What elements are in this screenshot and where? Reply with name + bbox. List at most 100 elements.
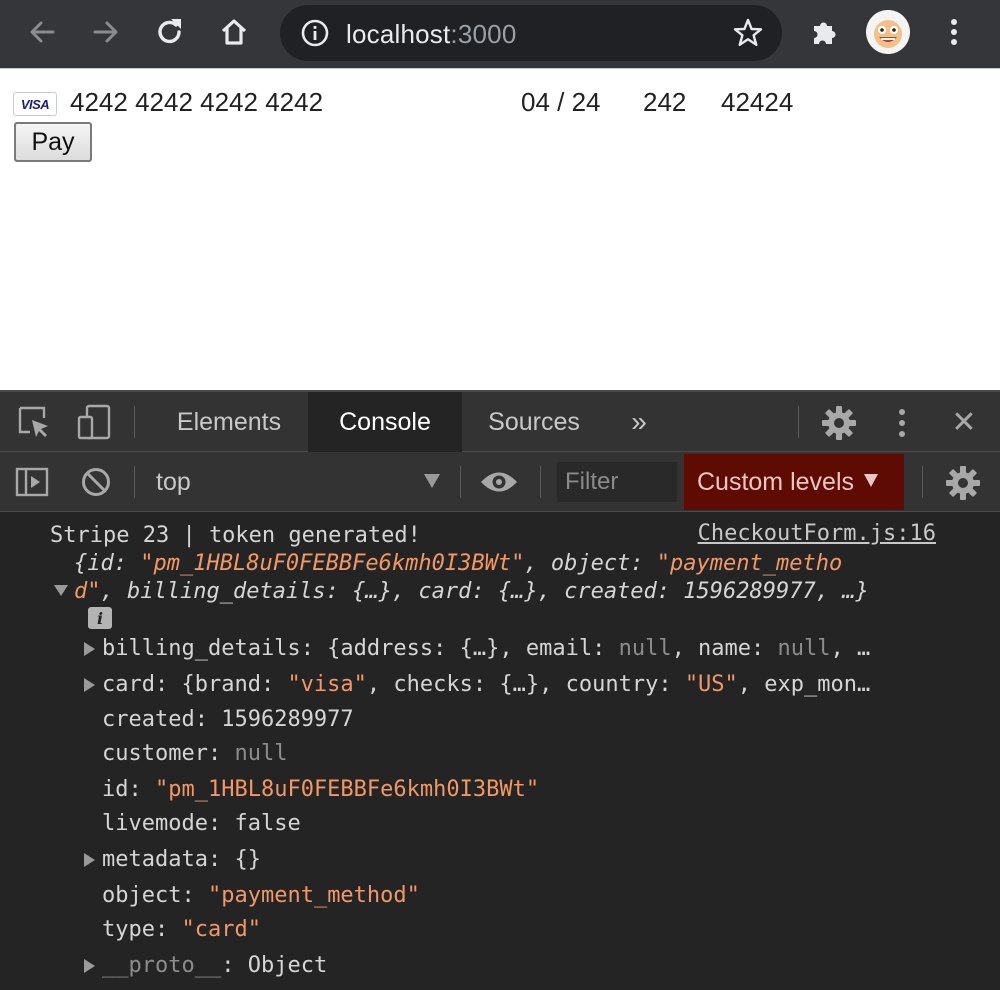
object-summary-line1[interactable]: {id: "pm_1HBL8uF0FEBBFe6kmh0I3BWt", obje… [74,549,842,579]
summary-id-value: "pm_1HBL8uF0FEBBFe6kmh0I3BWt" [140,551,525,576]
toolbar-divider [460,466,461,498]
tab-console[interactable]: Console [308,392,462,452]
tab-elements[interactable]: Elements [152,392,306,452]
console-message: Stripe 23 | token generated! [50,523,421,548]
prop-livemode: livemode: false [102,811,301,836]
prop-string-value: "payment_method" [207,883,420,908]
prop-value-text: , … [830,636,871,661]
prop-null-value: null [234,741,288,766]
context-selector[interactable]: top [146,452,442,512]
prop-bool-value: false [234,811,301,836]
prop-key: billing_details [102,636,301,661]
toolbar-divider [134,466,135,498]
toolbar-divider [922,466,923,498]
address-bar[interactable]: localhost:3000 [280,5,782,61]
prop-value-text: : {address: {…}, email: [300,636,619,661]
back-arrow-icon[interactable] [22,12,62,52]
prop-string-value: "visa" [287,672,367,697]
postal-code-input[interactable]: 42424 [721,87,793,118]
settings-gear-icon[interactable] [820,404,858,442]
more-tabs-icon[interactable]: » [614,392,664,452]
prop-null-value: null [618,636,672,661]
prop-value-text: , exp_mon… [737,672,871,697]
source-link[interactable]: CheckoutForm.js:16 [698,521,936,546]
kebab-menu-icon[interactable] [934,12,974,52]
info-badge-icon[interactable]: i [88,607,112,629]
reload-icon[interactable] [150,12,190,52]
browser-toolbar: localhost:3000 [0,0,1000,68]
url-port: :3000 [450,19,517,49]
expand-triangle-icon[interactable] [84,642,95,656]
device-toolbar-icon[interactable] [74,402,114,442]
prop-object: object: "payment_method" [102,883,420,908]
prop-key: metadata [102,847,208,872]
prop-customer: customer: null [102,741,288,766]
prop-value-text: Object [247,953,328,978]
collapse-triangle-icon[interactable] [54,585,68,596]
prop-value-text: , name: [671,636,778,661]
prop-key: customer [102,741,208,766]
puzzle-extension-icon[interactable] [806,12,846,52]
devtools-panel: Elements Console Sources » ✕ top Filter … [0,390,1000,990]
inspect-element-icon[interactable] [16,404,52,440]
prop-proto[interactable]: __proto__: Object [102,951,327,981]
home-icon[interactable] [214,12,254,52]
url-host: localhost [346,19,451,49]
expand-triangle-icon[interactable] [84,678,95,692]
dropdown-arrow-icon [424,474,440,488]
expand-triangle-icon[interactable] [84,853,95,867]
profile-avatar[interactable] [866,10,910,54]
summary-object-value-part2: d" [74,579,101,604]
prop-number-value: 1596289977 [221,707,354,732]
prop-id: id: "pm_1HBL8uF0FEBBFe6kmh0I3BWt" [102,777,540,802]
prop-key: livemode [102,811,208,836]
summary-object-value-part1: "payment_metho [656,551,843,576]
summary-sep: , object: [524,551,657,576]
devtools-menu-icon[interactable] [890,404,914,442]
context-label: top [156,468,191,496]
summary-rest: , billing_details: {…}, card: {…}, creat… [100,579,869,604]
prop-key: object [102,883,182,908]
prop-key: __proto__ [102,953,222,978]
prop-billing-details[interactable]: billing_details: {address: {…}, email: n… [102,634,870,664]
card-expiry-input[interactable]: 04 / 24 [521,87,601,118]
console-filter-input[interactable] [557,462,677,502]
close-devtools-icon[interactable]: ✕ [944,402,984,442]
log-levels-dropdown[interactable]: Custom levels [684,454,904,510]
prop-string-value: "pm_1HBL8uF0FEBBFe6kmh0I3BWt" [155,777,540,802]
prop-created: created: 1596289977 [102,707,354,732]
toolbar-divider [798,406,799,438]
prop-value-text: , checks: {…}, country: [366,672,685,697]
clear-console-icon[interactable] [78,464,114,500]
show-sidebar-icon[interactable] [14,464,50,500]
forward-arrow-icon[interactable] [86,12,126,52]
prop-metadata[interactable]: metadata: {} [102,845,261,875]
summary-open: {id: [74,551,141,576]
page-content: VISA 4242 4242 4242 4242 04 / 24 242 424… [0,68,1000,390]
url-text: localhost:3000 [346,19,517,50]
prop-card[interactable]: card: {brand: "visa", checks: {…}, count… [102,670,870,700]
prop-key: card [102,672,155,697]
console-toolbar: top Custom levels [0,452,1000,512]
tab-sources[interactable]: Sources [464,392,604,452]
prop-key: id [102,777,129,802]
prop-string-value: "card" [181,917,261,942]
pay-button[interactable]: Pay [14,122,92,162]
devtools-tabbar: Elements Console Sources » ✕ [0,392,1000,452]
console-settings-gear-icon[interactable] [944,464,982,502]
visa-card-icon: VISA [13,92,57,116]
toolbar-divider [540,466,541,498]
prop-value-text: {} [234,847,261,872]
live-expression-eye-icon[interactable] [478,464,520,500]
star-icon[interactable] [732,17,764,49]
expand-triangle-icon[interactable] [84,959,95,973]
card-number-input[interactable]: 4242 4242 4242 4242 [70,87,323,118]
dropdown-arrow-icon [864,473,878,487]
prop-string-value: "US" [684,672,738,697]
log-levels-label: Custom levels [697,467,854,496]
prop-key: type [102,917,155,942]
card-cvc-input[interactable]: 242 [643,87,686,118]
info-icon[interactable] [300,18,330,48]
toolbar-divider [134,406,135,438]
object-summary-line2[interactable]: d", billing_details: {…}, card: {…}, cre… [74,577,869,607]
